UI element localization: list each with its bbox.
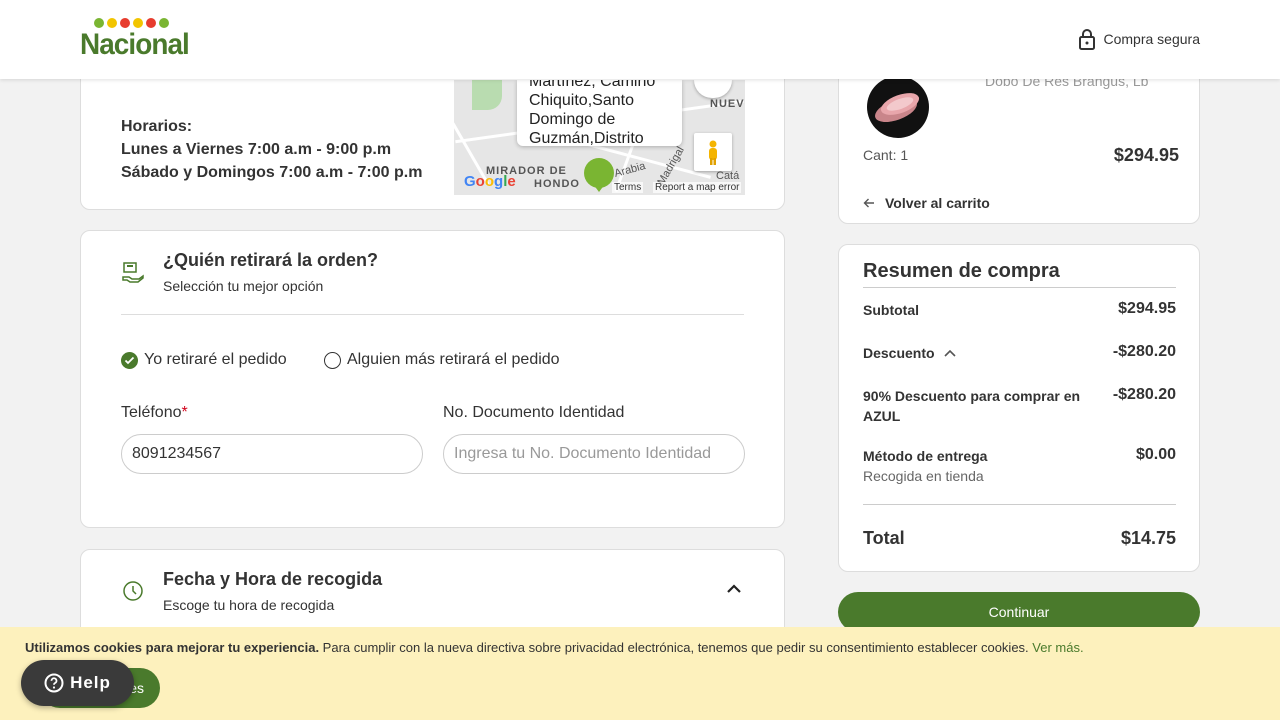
- hours-weekdays: Lunes a Viernes 7:00 a.m - 9:00 p.m: [121, 141, 392, 158]
- logo-wordmark: Nacional: [80, 28, 190, 61]
- store-map[interactable]: NUEVO MIRADOR DE HONDO Arabia Madrigal C…: [454, 80, 745, 195]
- total-row: Total $14.75: [863, 528, 1176, 549]
- delivery-method-row: Método de entrega Recogida en tienda $0.…: [863, 446, 1176, 486]
- document-label: No. Documento Identidad: [443, 404, 625, 421]
- phone-input[interactable]: [121, 434, 423, 474]
- document-input[interactable]: [443, 434, 745, 474]
- hours-title: Horarios:: [121, 118, 193, 135]
- back-to-cart-label: Volver al carrito: [885, 195, 990, 211]
- radio-self-label: Yo retiraré el pedido: [144, 351, 287, 368]
- discount-row[interactable]: Descuento -$280.20: [863, 343, 1176, 363]
- promo-discount-row: 90% Descuento para comprar en AZUL -$280…: [863, 386, 1176, 426]
- map-report-link[interactable]: Report a map error: [653, 182, 742, 193]
- product-image: [867, 76, 929, 138]
- logo-dots: [94, 18, 169, 28]
- chevron-up-icon[interactable]: [943, 348, 957, 358]
- map-label-cata: Catá: [716, 170, 740, 182]
- pickup-person-subtitle: Selección tu mejor opción: [163, 278, 324, 294]
- clock-icon: [123, 581, 143, 601]
- map-park: [472, 80, 502, 110]
- subtotal-row: Subtotal $294.95: [863, 300, 1176, 320]
- help-button[interactable]: Help: [21, 660, 134, 706]
- pickup-date-title: Fecha y Hora de recogida: [163, 569, 383, 589]
- phone-label: Teléfono*: [121, 404, 188, 421]
- pickup-date-subtitle: Escoge tu hora de recogida: [163, 597, 335, 613]
- chevron-up-icon[interactable]: [726, 581, 742, 597]
- promo-discount-value: -$280.20: [1112, 386, 1176, 403]
- map-info-popup: Martínez, Camino Chiquito,Santo Domingo …: [517, 80, 682, 146]
- site-header: Nacional Compra segura: [0, 0, 1280, 79]
- map-label-madrigal: Madrigal: [655, 144, 687, 188]
- divider: [121, 314, 744, 315]
- pegman-icon[interactable]: [694, 133, 732, 171]
- subtotal-value: $294.95: [1118, 300, 1176, 317]
- nacional-logo[interactable]: Nacional: [80, 18, 190, 62]
- radio-other-pickup[interactable]: Alguien más retirará el pedido: [324, 351, 560, 369]
- delivery-method-value: $0.00: [1135, 446, 1176, 463]
- product-quantity: Cant: 1: [863, 147, 909, 163]
- subtotal-label: Subtotal: [863, 302, 919, 318]
- delivery-method-label: Método de entrega: [863, 448, 988, 464]
- store-hours: Horarios: Lunes a Viernes 7:00 a.m - 9:0…: [121, 115, 422, 184]
- product-price: $294.95: [1113, 145, 1179, 165]
- radio-other-label: Alguien más retirará el pedido: [347, 351, 560, 368]
- hours-weekend: Sábado y Domingos 7:00 a.m - 7:00 p.m: [121, 164, 423, 181]
- back-to-cart-link[interactable]: Volver al carrito: [863, 195, 990, 211]
- google-logo: Google: [464, 173, 516, 190]
- discount-label: Descuento: [863, 345, 935, 361]
- purchase-summary-card: Resumen de compra Subtotal $294.95 Descu…: [838, 244, 1200, 572]
- question-circle-icon: [44, 673, 64, 693]
- continue-button[interactable]: Continuar: [838, 592, 1200, 632]
- pickup-person-card: ¿Quién retirará la orden? Selección tu m…: [80, 230, 785, 528]
- help-label: Help: [70, 673, 111, 692]
- cart-card: Dobo De Res Brangus, Lb Cant: 1 $294.95 …: [838, 60, 1200, 224]
- cookie-more-link[interactable]: Ver más.: [1032, 640, 1083, 655]
- map-terms-link[interactable]: Terms: [612, 182, 644, 193]
- pickup-person-icon: [122, 262, 144, 283]
- cookie-message: Utilizamos cookies para mejorar tu exper…: [25, 640, 1084, 655]
- promo-discount-label: 90% Descuento para comprar en AZUL: [863, 388, 1081, 424]
- total-label: Total: [863, 528, 905, 548]
- store-info-card: Horarios: Lunes a Viernes 7:00 a.m - 9:0…: [80, 60, 785, 210]
- divider: [863, 504, 1176, 505]
- summary-title: Resumen de compra: [863, 260, 1060, 282]
- total-value: $14.75: [1120, 528, 1176, 548]
- pickup-person-title: ¿Quién retirará la orden?: [163, 250, 379, 270]
- secure-label: Compra segura: [1103, 31, 1201, 47]
- discount-value: -$280.20: [1112, 343, 1176, 360]
- divider: [863, 287, 1176, 288]
- map-label-nuevo: NUEVO: [710, 98, 745, 110]
- cookie-banner: Utilizamos cookies para mejorar tu exper…: [0, 627, 1280, 720]
- lock-icon: [1078, 29, 1095, 50]
- secure-purchase: Compra segura: [1078, 28, 1201, 50]
- arrow-left-icon: [863, 198, 874, 208]
- delivery-method-sub: Recogida en tienda: [863, 468, 984, 484]
- radio-circle-icon: [324, 351, 341, 369]
- map-zoom-control[interactable]: [694, 80, 732, 98]
- map-label-arabia: Arabia: [612, 160, 647, 180]
- map-label-hondo: HONDO: [534, 178, 580, 190]
- check-circle-icon: [121, 351, 138, 369]
- radio-self-pickup[interactable]: Yo retiraré el pedido: [121, 351, 287, 369]
